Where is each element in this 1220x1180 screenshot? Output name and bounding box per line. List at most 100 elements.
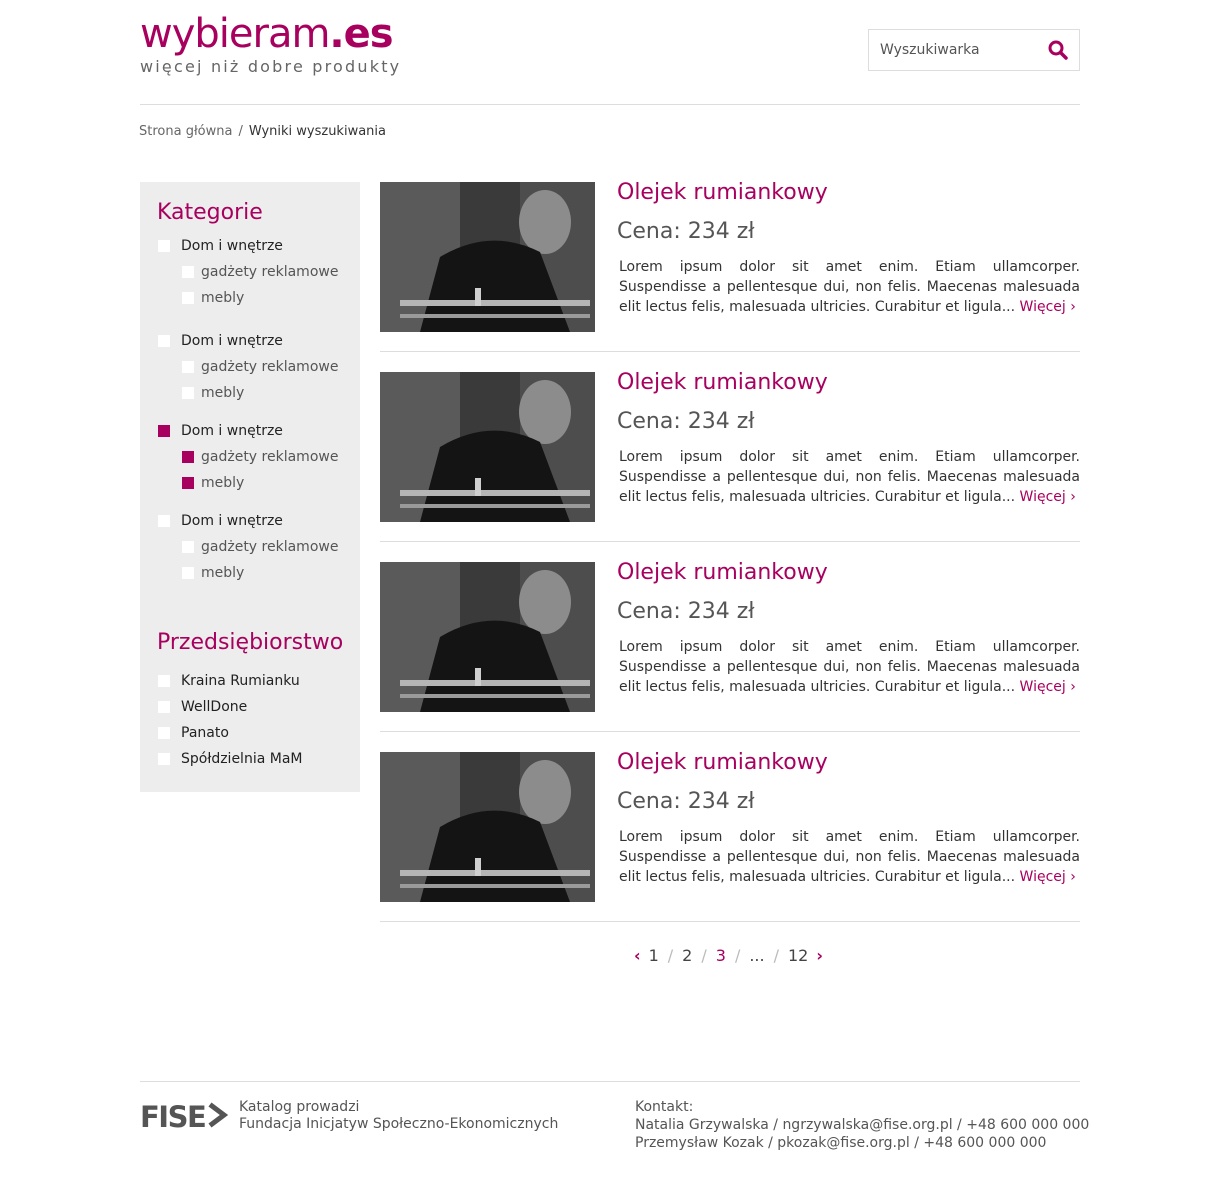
product-photo[interactable] — [380, 182, 595, 332]
product-divider — [380, 351, 1080, 352]
subcategory-filter[interactable]: gadżety reklamowe — [182, 449, 338, 465]
more-link[interactable]: Więcej › — [1020, 679, 1076, 695]
product-photo-graphic — [380, 752, 595, 902]
product-price: Cena: 234 zł — [617, 219, 755, 244]
subcategory-label: mebly — [201, 290, 245, 306]
checkbox-checked[interactable] — [182, 451, 194, 463]
footer-contact: Kontakt: Natalia Grzywalska / ngrzywalsk… — [635, 1098, 1089, 1152]
more-link[interactable]: Więcej › — [1020, 869, 1076, 885]
breadcrumb-home[interactable]: Strona główna — [139, 124, 232, 139]
subcategory-label: gadżety reklamowe — [201, 359, 339, 375]
product-title[interactable]: Olejek rumiankowy — [617, 180, 828, 205]
checkbox[interactable] — [182, 361, 194, 373]
category-filter[interactable]: Dom i wnętrze — [158, 423, 283, 439]
fise-logo[interactable]: FISE — [140, 1100, 229, 1134]
page-link-current[interactable]: 3 — [716, 946, 726, 965]
checkbox[interactable] — [182, 387, 194, 399]
product-card: Olejek rumiankowy Cena: 234 zł Lorem ips… — [380, 750, 1080, 922]
category-filter[interactable]: Dom i wnętrze — [158, 333, 283, 349]
page-link[interactable]: 1 — [649, 946, 659, 965]
product-card: Olejek rumiankowy Cena: 234 zł Lorem ips… — [380, 370, 1080, 542]
checkbox[interactable] — [158, 701, 170, 713]
category-label: Dom i wnętrze — [181, 423, 283, 439]
company-filter[interactable]: Spółdzielnia MaM — [158, 751, 302, 767]
category-filter[interactable]: Dom i wnętrze — [158, 513, 283, 529]
search-input[interactable] — [880, 30, 1040, 70]
product-photo-graphic — [380, 182, 595, 332]
header-divider — [140, 104, 1080, 105]
next-page-button[interactable]: › — [816, 946, 823, 965]
footer-org-line2: Fundacja Inicjatyw Społeczno-Ekonomiczny… — [239, 1116, 559, 1132]
product-divider — [380, 731, 1080, 732]
product-card: Olejek rumiankowy Cena: 234 zł Lorem ips… — [380, 180, 1080, 352]
checkbox[interactable] — [158, 675, 170, 687]
subcategory-label: gadżety reklamowe — [201, 539, 339, 555]
checkbox-checked[interactable] — [182, 477, 194, 489]
subcategory-filter[interactable]: mebly — [182, 565, 244, 581]
checkbox[interactable] — [182, 266, 194, 278]
subcategory-label: gadżety reklamowe — [201, 449, 339, 465]
checkbox[interactable] — [182, 567, 194, 579]
footer-org-line1: Katalog prowadzi — [239, 1099, 360, 1115]
checkbox[interactable] — [158, 335, 170, 347]
page-ellipsis: ... — [749, 945, 765, 965]
checkbox-checked[interactable] — [158, 425, 170, 437]
product-description-text: Lorem ipsum dolor sit amet enim. Etiam u… — [619, 449, 1080, 505]
contact-label: Kontakt: — [635, 1099, 694, 1115]
site-logo[interactable]: wybieram.es więcej niż dobre produkty — [140, 10, 420, 80]
logo-name: wybieram — [140, 11, 330, 57]
subcategory-filter[interactable]: gadżety reklamowe — [182, 264, 338, 280]
page-link[interactable]: 2 — [682, 946, 692, 965]
product-photo[interactable] — [380, 372, 595, 522]
product-photo[interactable] — [380, 752, 595, 902]
category-label: Dom i wnętrze — [181, 333, 283, 349]
page-separator: / — [773, 945, 779, 965]
product-title[interactable]: Olejek rumiankowy — [617, 560, 828, 585]
company-label: Spółdzielnia MaM — [181, 751, 303, 767]
checkbox[interactable] — [182, 541, 194, 553]
company-label: WellDone — [181, 699, 248, 715]
more-link[interactable]: Więcej › — [1020, 299, 1076, 315]
product-description: Lorem ipsum dolor sit amet enim. Etiam u… — [619, 827, 1080, 887]
checkbox[interactable] — [158, 727, 170, 739]
checkbox[interactable] — [158, 240, 170, 252]
subcategory-filter[interactable]: gadżety reklamowe — [182, 539, 338, 555]
pagination: ‹ 1 / 2 / 3 / ... / 12 › — [634, 944, 823, 966]
page-separator: / — [734, 945, 741, 965]
checkbox[interactable] — [182, 292, 194, 304]
prev-page-button[interactable]: ‹ — [634, 946, 641, 965]
footer-organization: Katalog prowadzi Fundacja Inicjatyw Społ… — [239, 1099, 558, 1133]
subcategory-filter[interactable]: gadżety reklamowe — [182, 359, 338, 375]
company-filter[interactable]: Kraina Rumianku — [158, 673, 300, 689]
companies-heading: Przedsiębiorstwo — [157, 630, 344, 655]
product-title[interactable]: Olejek rumiankowy — [617, 370, 828, 395]
checkbox[interactable] — [158, 515, 170, 527]
product-title[interactable]: Olejek rumiankowy — [617, 750, 828, 775]
search-button[interactable] — [1047, 39, 1069, 61]
footer-divider — [140, 1081, 1080, 1082]
breadcrumb-current: Wyniki wyszukiwania — [248, 124, 386, 139]
product-price: Cena: 234 zł — [617, 409, 755, 434]
subcategory-label: mebly — [201, 565, 245, 581]
more-link[interactable]: Więcej › — [1020, 489, 1076, 505]
product-photo-graphic — [380, 562, 595, 712]
product-description: Lorem ipsum dolor sit amet enim. Etiam u… — [619, 257, 1080, 317]
category-filter[interactable]: Dom i wnętrze — [158, 238, 283, 254]
company-filter[interactable]: Panato — [158, 725, 229, 741]
categories-heading: Kategorie — [157, 200, 263, 225]
company-filter[interactable]: WellDone — [158, 699, 247, 715]
page-separator: / — [667, 945, 674, 965]
checkbox[interactable] — [158, 753, 170, 765]
product-photo[interactable] — [380, 562, 595, 712]
page-link[interactable]: 12 — [788, 946, 808, 965]
fise-logo-graphic: FISE — [140, 1100, 229, 1134]
subcategory-filter[interactable]: mebly — [182, 475, 244, 491]
subcategory-label: gadżety reklamowe — [201, 264, 339, 280]
contact-line: Natalia Grzywalska / ngrzywalska@fise.or… — [635, 1117, 1090, 1133]
logo-tagline: więcej niż dobre produkty — [140, 57, 402, 76]
subcategory-label: mebly — [201, 385, 245, 401]
page-separator: / — [701, 945, 707, 965]
logo-wordmark: wybieram.es — [140, 10, 420, 58]
subcategory-filter[interactable]: mebly — [182, 290, 244, 306]
subcategory-filter[interactable]: mebly — [182, 385, 244, 401]
